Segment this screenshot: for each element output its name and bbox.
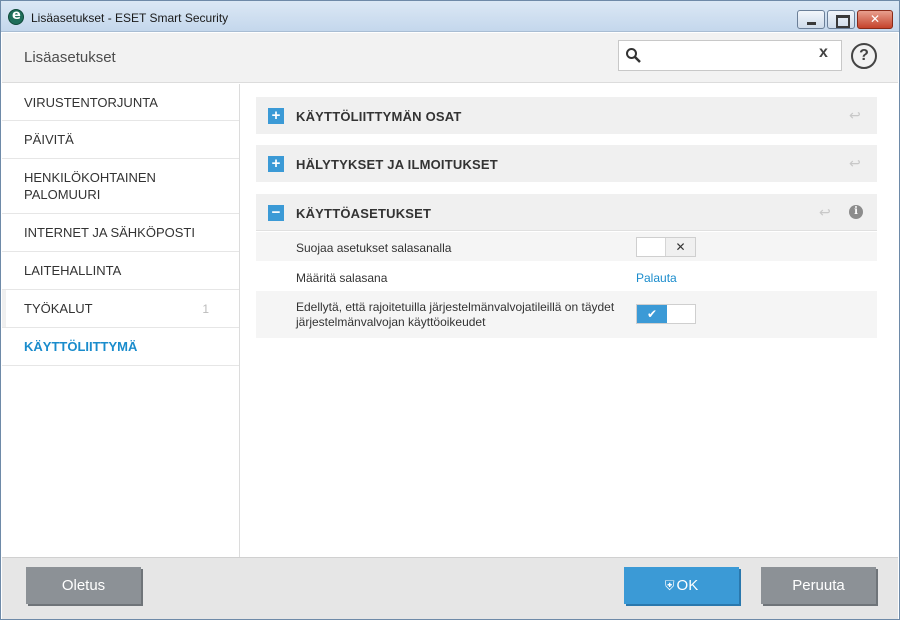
shield-icon: ⛨: [664, 578, 675, 593]
ok-button-label: OK: [676, 577, 699, 594]
main-panel: + KÄYTTÖLIITTYMÄN OSAT ↩ + HÄLYTYKSET JA…: [241, 84, 898, 557]
header: Lisäasetukset x ?: [2, 33, 898, 83]
admin-rights-toggle[interactable]: ✔: [636, 304, 696, 324]
sidebar-item-label: INTERNET JA SÄHKÖPOSTI: [24, 225, 195, 240]
setting-label: Edellytä, että rajoitetuilla järjestelmä…: [296, 300, 615, 329]
toggle-on-icon: ✔: [637, 305, 667, 323]
maximize-button[interactable]: [827, 10, 855, 29]
setting-label: Suojaa asetukset salasanalla: [296, 241, 452, 255]
sidebar-item-palomuuri[interactable]: HENKILÖKOHTAINEN PALOMUURI: [2, 159, 239, 214]
password-protect-toggle[interactable]: ✕: [636, 237, 696, 257]
sidebar-item-paivita[interactable]: PÄIVITÄ: [2, 121, 239, 159]
expand-icon[interactable]: +: [268, 156, 284, 172]
sidebar-item-label: VIRUSTENTORJUNTA: [24, 94, 158, 110]
setting-row: Suojaa asetukset salasanalla ✕: [256, 232, 877, 261]
search-icon: [626, 48, 641, 63]
setting-row: Edellytä, että rajoitetuilla järjestelmä…: [256, 291, 877, 338]
clear-search-icon[interactable]: x: [819, 44, 828, 62]
section-halytykset[interactable]: + HÄLYTYKSET JA ILMOITUKSET ↩: [256, 145, 877, 182]
revert-icon[interactable]: ↩: [849, 108, 863, 122]
sidebar-item-laitehallinta[interactable]: LAITEHALLINTA: [2, 252, 239, 290]
section-kayttoasetukset[interactable]: − KÄYTTÖASETUKSET ↩ i: [256, 194, 877, 231]
search-box[interactable]: x: [618, 40, 842, 71]
sidebar-item-virustentorjunta[interactable]: VIRUSTENTORJUNTA: [2, 84, 239, 121]
settings-list: Suojaa asetukset salasanalla ✕ Määritä s…: [256, 232, 877, 338]
section-title: HÄLYTYKSET JA ILMOITUKSET: [296, 157, 498, 172]
expand-icon[interactable]: +: [268, 108, 284, 124]
revert-icon[interactable]: ↩: [849, 156, 863, 170]
default-button-label: Oletus: [61, 577, 106, 594]
sidebar-item-internet-sahkoposti[interactable]: INTERNET JA SÄHKÖPOSTI: [2, 214, 239, 252]
cancel-button-label: Peruuta: [792, 577, 845, 594]
page-title: Lisäasetukset: [24, 49, 116, 66]
sidebar-item-count: 1: [202, 301, 209, 316]
cancel-button[interactable]: Peruuta: [761, 567, 876, 604]
sidebar-item-tyokalut[interactable]: TYÖKALUT 1: [2, 290, 239, 328]
sidebar-item-label: KÄYTTÖLIITTYMÄ: [24, 339, 138, 354]
sidebar-item-label: TYÖKALUT: [24, 301, 93, 316]
minimize-button[interactable]: [797, 10, 825, 29]
sidebar: VIRUSTENTORJUNTA PÄIVITÄ HENKILÖKOHTAINE…: [2, 84, 240, 557]
toggle-off-icon: ✕: [665, 238, 695, 256]
settings-window: Lisäasetukset - ESET Smart Security Lisä…: [0, 0, 900, 620]
help-icon[interactable]: ?: [851, 43, 877, 69]
sidebar-item-kayttoliittyma[interactable]: KÄYTTÖLIITTYMÄ: [2, 328, 239, 366]
search-input[interactable]: [649, 45, 809, 67]
title-bar: Lisäasetukset - ESET Smart Security: [1, 1, 899, 32]
window-title: Lisäasetukset - ESET Smart Security: [31, 11, 229, 25]
eset-logo-icon: [8, 8, 24, 25]
section-title: KÄYTTÖLIITTYMÄN OSAT: [296, 109, 462, 124]
close-window-button[interactable]: [857, 10, 893, 29]
setting-row: Määritä salasana Palauta: [256, 261, 877, 291]
footer: Oletus ⛨ OK Peruuta: [2, 557, 898, 619]
info-icon[interactable]: i: [849, 205, 863, 219]
collapse-icon[interactable]: −: [268, 205, 284, 221]
section-kayttoliittyman-osat[interactable]: + KÄYTTÖLIITTYMÄN OSAT ↩: [256, 97, 877, 134]
revert-icon[interactable]: ↩: [819, 205, 833, 219]
sidebar-item-label: LAITEHALLINTA: [24, 263, 122, 278]
sidebar-item-label: PÄIVITÄ: [24, 132, 74, 147]
section-title: KÄYTTÖASETUKSET: [296, 206, 432, 221]
sidebar-item-label: HENKILÖKOHTAINEN PALOMUURI: [24, 170, 156, 202]
setting-label: Määritä salasana: [296, 271, 388, 285]
ok-button[interactable]: ⛨ OK: [624, 567, 739, 604]
default-button[interactable]: Oletus: [26, 567, 141, 604]
set-password-link[interactable]: Palauta: [636, 271, 677, 285]
